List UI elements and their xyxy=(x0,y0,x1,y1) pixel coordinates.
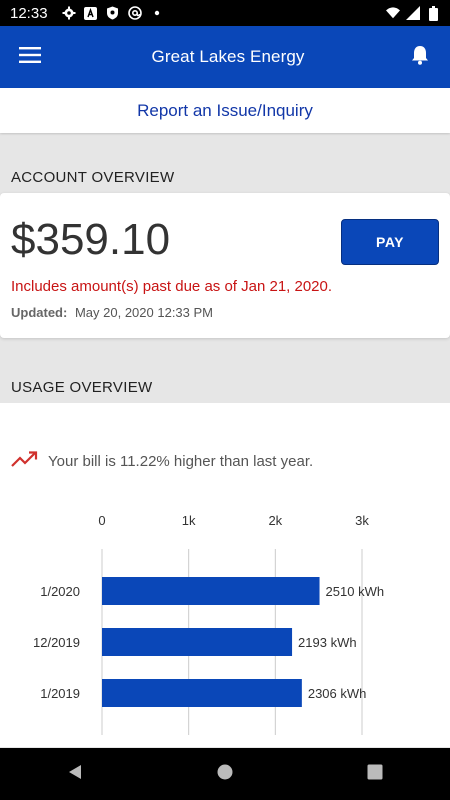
usage-bar xyxy=(102,577,320,605)
report-bar: Report an Issue/Inquiry xyxy=(0,88,450,133)
updated-label: Updated: xyxy=(11,305,68,320)
updated-timestamp: Updated: May 20, 2020 12:33 PM xyxy=(11,305,213,320)
signal-icon xyxy=(406,6,420,20)
back-button[interactable] xyxy=(45,748,105,800)
status-time: 12:33 xyxy=(10,4,48,22)
x-tick-label: 2k xyxy=(268,513,282,528)
trending-up-icon xyxy=(11,451,38,472)
home-button[interactable] xyxy=(195,748,255,800)
usage-card: Your bill is 11.22% higher than last yea… xyxy=(0,403,450,747)
notifications-button[interactable] xyxy=(390,26,450,88)
app-bar: Great Lakes Energy xyxy=(0,26,450,88)
bar-value-label: 2510 kWh xyxy=(326,584,385,599)
back-triangle-icon xyxy=(67,764,83,785)
bar-value-label: 2306 kWh xyxy=(308,686,367,701)
trend-row: Your bill is 11.22% higher than last yea… xyxy=(11,451,313,472)
x-tick-label: 0 xyxy=(98,513,105,528)
status-bar: 12:33 xyxy=(0,0,450,26)
system-nav-bar xyxy=(0,748,450,800)
hamburger-menu-icon xyxy=(19,46,41,68)
usage-bar xyxy=(102,628,293,656)
balance-amount: $359.10 xyxy=(11,215,171,264)
bar-value-label: 2193 kWh xyxy=(298,635,357,650)
account-card: $359.10 PAY Includes amount(s) past due … xyxy=(0,193,450,338)
pay-button[interactable]: PAY xyxy=(341,219,439,265)
dot-icon xyxy=(150,6,164,20)
category-label: 12/2019 xyxy=(33,635,80,650)
bell-icon xyxy=(411,45,429,70)
category-label: 1/2020 xyxy=(40,584,80,599)
past-due-notice: Includes amount(s) past due as of Jan 21… xyxy=(11,278,333,295)
account-overview-header: ACCOUNT OVERVIEW xyxy=(11,169,175,186)
a-box-icon xyxy=(84,6,98,20)
report-issue-link[interactable]: Report an Issue/Inquiry xyxy=(137,101,313,121)
x-tick-label: 3k xyxy=(355,513,369,528)
at-icon xyxy=(127,6,142,20)
x-tick-label: 1k xyxy=(182,513,196,528)
gear-icon xyxy=(62,6,76,20)
home-circle-icon xyxy=(217,764,233,785)
app-title: Great Lakes Energy xyxy=(151,47,305,66)
usage-chart: 0 1k 2k 3k 1/2020 2510 kWh 12/2019 2193 kWh 1/20… xyxy=(33,513,385,735)
trend-text: Your bill is 11.22% higher than last yea… xyxy=(48,453,314,470)
category-label: 1/2019 xyxy=(40,686,80,701)
usage-overview-header: USAGE OVERVIEW xyxy=(11,379,153,396)
recents-square-icon xyxy=(367,764,383,785)
updated-value: May 20, 2020 12:33 PM xyxy=(74,305,213,320)
menu-button[interactable] xyxy=(0,26,60,88)
shield-icon xyxy=(106,6,120,20)
usage-bar xyxy=(102,679,302,707)
battery-icon xyxy=(426,5,440,21)
recents-button[interactable] xyxy=(345,748,405,800)
wifi-icon xyxy=(386,6,400,20)
